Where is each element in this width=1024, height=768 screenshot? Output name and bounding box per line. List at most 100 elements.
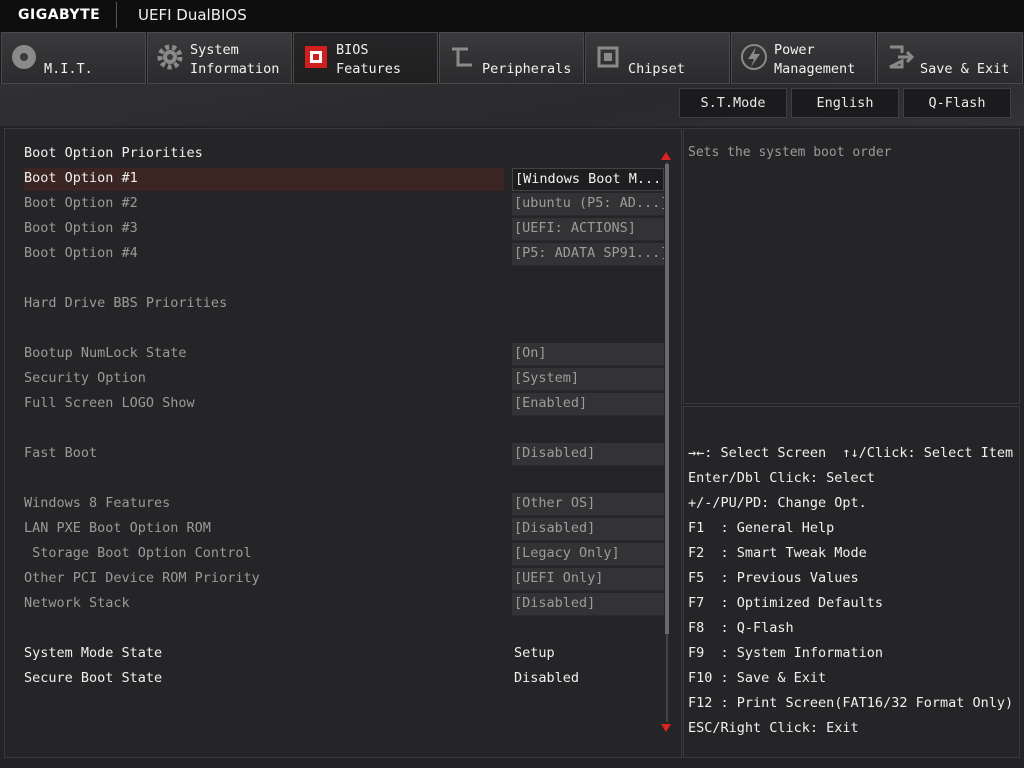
setting-windows8-features[interactable]: Windows 8 Features [Other OS] (24, 493, 664, 516)
tab-label: M.I.T. (44, 61, 93, 77)
gear-icon (157, 44, 183, 70)
key-hint: F5 : Previous Values (688, 570, 859, 586)
key-hint: F7 : Optimized Defaults (688, 595, 884, 611)
key-legend: →←: Select Screen ↑↓/Click: Select Item … (683, 406, 1020, 758)
disc-icon (12, 45, 36, 69)
key-hint: ESC/Right Click: Exit (688, 720, 859, 736)
title-bar: GIGABYTE UEFI DualBIOS (0, 0, 1024, 32)
key-hint: F1 : General Help (688, 520, 835, 536)
info-label: System Mode State (24, 645, 163, 661)
scroll-up-icon[interactable] (661, 152, 671, 160)
key-hint: F8 : Q-Flash (688, 620, 794, 636)
brand-logo: GIGABYTE (18, 7, 101, 23)
boot-priorities-header: Boot Option Priorities (24, 143, 664, 165)
setting-label: Security Option (24, 370, 146, 386)
setting-value[interactable]: [System] (512, 368, 664, 391)
settings-panel: Boot Option Priorities Boot Option #1 [W… (4, 128, 682, 758)
info-value: Disabled (514, 670, 580, 686)
setting-value[interactable]: [P5: ADATA SP91...] (512, 243, 664, 266)
help-text: Sets the system boot order (688, 145, 892, 160)
tab-power-management[interactable]: Power Management (731, 32, 876, 84)
setting-value[interactable]: [Other OS] (512, 493, 664, 516)
setting-boot-option-3[interactable]: Boot Option #3 [UEFI: ACTIONS] (24, 218, 664, 241)
setting-label: Boot Option #3 (24, 220, 138, 236)
main-tabs: M.I.T. System Information BIOS Features (0, 32, 1024, 84)
info-system-mode: System Mode State Setup (24, 643, 664, 665)
info-label: Secure Boot State (24, 670, 163, 686)
setting-label: Boot Option #4 (24, 245, 138, 261)
tab-label: Chipset (628, 61, 685, 77)
tab-chipset[interactable]: Chipset (585, 32, 730, 84)
setting-value[interactable]: [UEFI: ACTIONS] (512, 218, 664, 241)
setting-other-pci[interactable]: Other PCI Device ROM Priority [UEFI Only… (24, 568, 664, 591)
setting-security-option[interactable]: Security Option [System] (24, 368, 664, 391)
setting-fast-boot[interactable]: Fast Boot [Disabled] (24, 443, 664, 466)
submenu-label: Hard Drive BBS Priorities (24, 295, 228, 311)
bios-screen: GIGABYTE UEFI DualBIOS M.I.T. System Inf… (0, 0, 1024, 768)
tab-label: Management (774, 61, 856, 77)
setting-value[interactable]: [Windows Boot M...] (512, 168, 664, 191)
setting-label: LAN PXE Boot Option ROM (24, 520, 211, 536)
key-hint: F10 : Save & Exit (688, 670, 827, 686)
info-value: Setup (514, 645, 555, 661)
lightning-icon (741, 44, 767, 70)
key-hint: Enter/Dbl Click: Select (688, 470, 875, 486)
tab-mit[interactable]: M.I.T. (1, 32, 146, 84)
setting-label: Network Stack (24, 595, 130, 611)
key-hint: +/-/PU/PD: Change Opt. (688, 495, 867, 511)
setting-value[interactable]: [Disabled] (512, 518, 664, 541)
tab-label: System (190, 42, 239, 58)
setting-boot-option-2[interactable]: Boot Option #2 [ubuntu (P5: AD...] (24, 193, 664, 216)
tab-system-information[interactable]: System Information (147, 32, 292, 84)
tab-peripherals[interactable]: Peripherals (439, 32, 584, 84)
setting-value[interactable]: [Disabled] (512, 443, 664, 466)
setting-boot-option-4[interactable]: Boot Option #4 [P5: ADATA SP91...] (24, 243, 664, 266)
tab-label: Information (190, 61, 280, 77)
setting-label: Boot Option #1 (24, 170, 138, 186)
help-panel: Sets the system boot order (683, 128, 1020, 404)
plug-icon (452, 47, 472, 67)
setting-value[interactable]: [On] (512, 343, 664, 366)
key-hint: F12 : Print Screen(FAT16/32 Format Only) (688, 695, 1014, 711)
tab-label: Save & Exit (920, 61, 1010, 77)
setting-storage-boot[interactable]: Storage Boot Option Control [Legacy Only… (24, 543, 664, 566)
header-divider (116, 2, 117, 28)
settings-scrollbar[interactable] (661, 148, 671, 732)
setting-value[interactable]: [UEFI Only] (512, 568, 664, 591)
key-hint: →←: Select Screen ↑↓/Click: Select Item (688, 445, 1014, 461)
setting-label: Fast Boot (24, 445, 98, 461)
product-title: UEFI DualBIOS (138, 6, 247, 24)
setting-numlock[interactable]: Bootup NumLock State [On] (24, 343, 664, 366)
setting-label: Full Screen LOGO Show (24, 395, 195, 411)
tab-label: Features (336, 61, 402, 77)
setting-network-stack[interactable]: Network Stack [Disabled] (24, 593, 664, 616)
toolbar: S.T.Mode English Q-Flash (0, 84, 1024, 126)
setting-logo-show[interactable]: Full Screen LOGO Show [Enabled] (24, 393, 664, 416)
scroll-thumb[interactable] (665, 164, 669, 634)
setting-label: Bootup NumLock State (24, 345, 187, 361)
tab-label: BIOS (336, 42, 369, 58)
info-secure-boot: Secure Boot State Disabled (24, 668, 664, 690)
tab-label: Peripherals (482, 61, 572, 77)
bios-chip-icon (305, 46, 327, 68)
key-hint: F2 : Smart Tweak Mode (688, 545, 867, 561)
setting-value[interactable]: [Disabled] (512, 593, 664, 616)
section-title: Boot Option Priorities (24, 145, 203, 161)
tab-label: Power (774, 42, 815, 58)
setting-value[interactable]: [Legacy Only] (512, 543, 664, 566)
setting-label: Storage Boot Option Control (24, 545, 252, 561)
st-mode-button[interactable]: S.T.Mode (679, 88, 787, 118)
tab-save-exit[interactable]: Save & Exit (877, 32, 1023, 84)
qflash-button[interactable]: Q-Flash (903, 88, 1011, 118)
language-button[interactable]: English (791, 88, 899, 118)
chip-icon (597, 46, 619, 68)
scroll-down-icon[interactable] (661, 724, 671, 732)
setting-boot-option-1[interactable]: Boot Option #1 [Windows Boot M...] (24, 168, 664, 191)
tab-bios-features[interactable]: BIOS Features (293, 32, 438, 84)
hdd-bbs-priorities[interactable]: Hard Drive BBS Priorities (24, 293, 664, 315)
key-hint: F9 : System Information (688, 645, 884, 661)
setting-value[interactable]: [Enabled] (512, 393, 664, 416)
setting-value[interactable]: [ubuntu (P5: AD...] (512, 193, 664, 216)
setting-label: Boot Option #2 (24, 195, 138, 211)
setting-lan-pxe[interactable]: LAN PXE Boot Option ROM [Disabled] (24, 518, 664, 541)
